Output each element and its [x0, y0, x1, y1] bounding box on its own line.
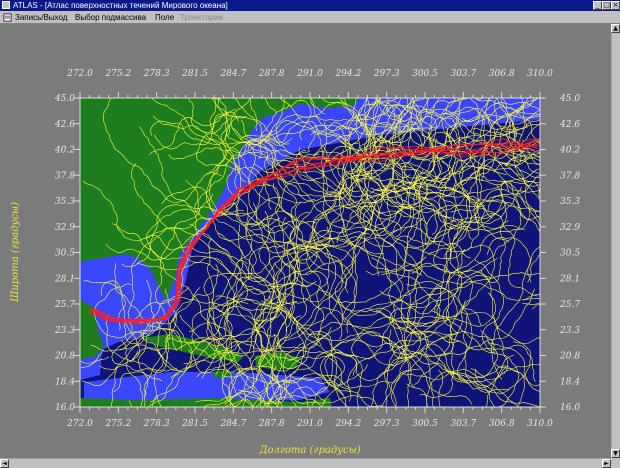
longitude-tick-label-top: 287.8	[258, 69, 285, 79]
latitude-tick-label-left: 20.8	[54, 352, 75, 362]
longitude-tick-label-bottom: 297.3	[373, 419, 400, 429]
longitude-tick-label-bottom: 294.2	[334, 419, 361, 429]
longitude-tick-label-bottom: 306.8	[489, 419, 515, 429]
longitude-tick-label-top: 300.5	[412, 69, 438, 79]
scroll-up-button[interactable]: ▲	[611, 24, 620, 33]
latitude-tick-label-right: 30.5	[560, 249, 580, 259]
longitude-tick-label-top: 275.2	[104, 69, 131, 79]
window-title: ATLAS - [Атлас поверхностных течений Мир…	[13, 1, 228, 10]
app-icon[interactable]	[2, 1, 10, 9]
map-layers	[80, 98, 540, 407]
vertical-scrollbar[interactable]: ▲ ▼	[611, 24, 620, 458]
scroll-right-button[interactable]: ►	[602, 459, 611, 468]
longitude-tick-label-bottom: 303.7	[450, 419, 476, 429]
menu-item-record-exit[interactable]: Запись/Выход	[15, 12, 67, 23]
menu-item-trajectories[interactable]: Траектории	[180, 12, 223, 23]
latitude-tick-label-left: 37.8	[55, 171, 75, 181]
longitude-tick-label-bottom: 287.8	[258, 419, 285, 429]
longitude-tick-label-bottom: 310.0	[527, 419, 553, 429]
menu-item-field[interactable]: Поле	[155, 12, 174, 23]
longitude-tick-label-top: 303.7	[450, 69, 476, 79]
longitude-tick-label-bottom: 275.2	[104, 419, 131, 429]
longitude-tick-label-bottom: 281.5	[181, 419, 208, 429]
longitude-tick-label-top: 297.3	[373, 69, 400, 79]
menu-item-select-subarray[interactable]: Выбор подмассива	[75, 12, 146, 23]
x-axis-title: Долгота (градусы)	[258, 445, 360, 456]
longitude-tick-label-top: 281.5	[181, 69, 208, 79]
latitude-tick-label-right: 37.8	[560, 171, 580, 181]
longitude-tick-label-bottom: 300.5	[412, 419, 438, 429]
latitude-tick-label-right: 20.8	[559, 352, 580, 362]
latitude-tick-label-left: 45.0	[54, 94, 75, 104]
latitude-tick-label-right: 42.6	[559, 120, 580, 130]
latitude-tick-label-right: 23.3	[559, 326, 580, 336]
minimize-button[interactable]: _	[593, 1, 602, 10]
longitude-tick-label-top: 291.0	[296, 69, 323, 79]
latitude-tick-label-left: 23.3	[54, 326, 75, 336]
longitude-tick-label-bottom: 278.3	[143, 419, 170, 429]
horizontal-scrollbar[interactable]: ◄ ►	[0, 458, 611, 468]
latitude-tick-label-left: 35.3	[55, 197, 75, 207]
latitude-tick-label-left: 25.7	[54, 300, 75, 310]
scrollbar-corner	[611, 458, 620, 468]
latitude-tick-label-left: 30.5	[55, 249, 75, 259]
longitude-tick-label-top: 284.7	[219, 69, 246, 79]
maximize-button[interactable]: □	[602, 1, 611, 10]
latitude-tick-label-left: 18.4	[55, 377, 75, 387]
latitude-tick-label-right: 40.2	[559, 146, 580, 156]
scroll-left-button[interactable]: ◄	[0, 459, 9, 468]
longitude-tick-label-bottom: 284.7	[219, 419, 246, 429]
close-button[interactable]: ×	[611, 1, 620, 10]
longitude-tick-label-top: 294.2	[334, 69, 361, 79]
latitude-tick-label-right: 28.1	[559, 274, 580, 284]
longitude-tick-label-top: 278.3	[143, 69, 170, 79]
atlas-document-icon[interactable]	[3, 13, 12, 22]
drifter-trajectory-map: 272.0 272.0 275.2 275.2 278.3 278.3 281.5 281.5…	[10, 69, 580, 456]
menu-bar: Запись/Выход Выбор подмассива Поле Траек…	[0, 11, 620, 24]
longitude-tick-label-top: 272.0	[66, 69, 93, 79]
scroll-down-button[interactable]: ▼	[611, 449, 620, 458]
latitude-tick-label-right: 25.7	[559, 300, 580, 310]
latitude-tick-label-left: 16.0	[55, 403, 75, 413]
title-bar: ATLAS - [Атлас поверхностных течений Мир…	[0, 0, 620, 11]
longitude-tick-label-top: 306.8	[489, 69, 515, 79]
latitude-tick-label-left: 40.2	[54, 146, 75, 156]
longitude-tick-label-top: 310.0	[527, 69, 553, 79]
y-axis-title: Широта (градусы)	[10, 202, 21, 303]
latitude-tick-label-right: 18.4	[560, 377, 580, 387]
latitude-tick-label-right: 16.0	[560, 403, 580, 413]
latitude-tick-label-left: 32.9	[55, 223, 75, 233]
latitude-tick-label-right: 45.0	[559, 94, 580, 104]
latitude-tick-label-right: 35.3	[560, 197, 580, 207]
longitude-tick-label-bottom: 272.0	[66, 419, 93, 429]
latitude-tick-label-left: 28.1	[54, 274, 75, 284]
latitude-tick-label-right: 32.9	[560, 223, 580, 233]
latitude-tick-label-left: 42.6	[54, 120, 75, 130]
longitude-tick-label-bottom: 291.0	[296, 419, 323, 429]
